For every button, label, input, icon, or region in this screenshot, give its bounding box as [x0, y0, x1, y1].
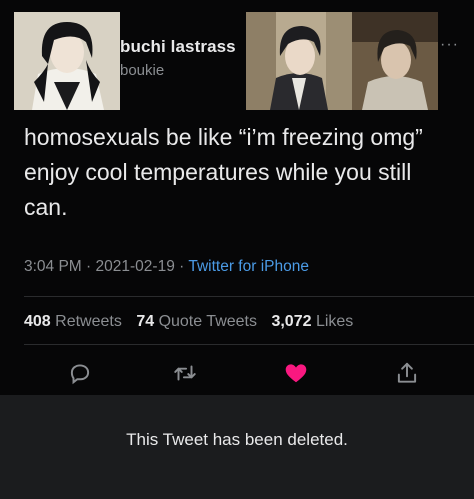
- illustration-portrait-icon: [246, 12, 352, 110]
- tweet-source-link[interactable]: Twitter for iPhone: [188, 258, 309, 275]
- quote-tweets-label: Quote Tweets: [158, 313, 257, 330]
- divider: [24, 296, 474, 297]
- header-image-1: [246, 12, 352, 110]
- share-icon: [397, 362, 417, 383]
- tweet-metadata: 3:04 PM · 2021-02-19 · Twitter for iPhon…: [24, 258, 309, 276]
- avatar[interactable]: [14, 12, 120, 110]
- retweets-count: 408: [24, 313, 51, 330]
- meta-separator: ·: [86, 258, 92, 275]
- meta-separator: ·: [179, 258, 185, 275]
- divider: [24, 344, 474, 345]
- quote-tweets-stat[interactable]: 74 Quote Tweets: [136, 313, 257, 330]
- retweet-icon: [174, 365, 196, 381]
- tweet-card: buchi lastrass boukie ··· homosexuals be…: [0, 0, 474, 395]
- tweet-text: homosexuals be like “i’m freezing omg” e…: [24, 124, 423, 220]
- retweets-stat[interactable]: 408 Retweets: [24, 313, 122, 330]
- author-handle[interactable]: boukie: [120, 62, 164, 79]
- more-options-button[interactable]: ···: [440, 36, 459, 54]
- retweets-label: Retweets: [55, 313, 122, 330]
- likes-count: 3,072: [271, 313, 312, 330]
- reply-icon: [70, 364, 90, 385]
- reply-button[interactable]: [67, 360, 93, 386]
- engagement-stats: 408 Retweets 74 Quote Tweets 3,072 Likes: [24, 313, 363, 331]
- author-display-name[interactable]: buchi lastrass: [120, 37, 236, 57]
- likes-label: Likes: [315, 313, 354, 330]
- illustration-portrait-icon: [352, 12, 438, 110]
- quote-tweets-count: 74: [136, 313, 155, 330]
- tweet-time: 3:04 PM: [24, 258, 82, 275]
- likes-stat[interactable]: 3,072 Likes: [271, 313, 353, 330]
- header-image-2: [352, 12, 438, 110]
- deleted-notice-text: This Tweet has been deleted.: [126, 430, 348, 449]
- heart-icon: [285, 364, 307, 383]
- share-button[interactable]: [394, 360, 420, 386]
- profile-photo-icon: [14, 12, 120, 110]
- tweet-date: 2021-02-19: [95, 258, 175, 275]
- like-button[interactable]: [283, 360, 309, 386]
- retweet-button[interactable]: [172, 360, 198, 386]
